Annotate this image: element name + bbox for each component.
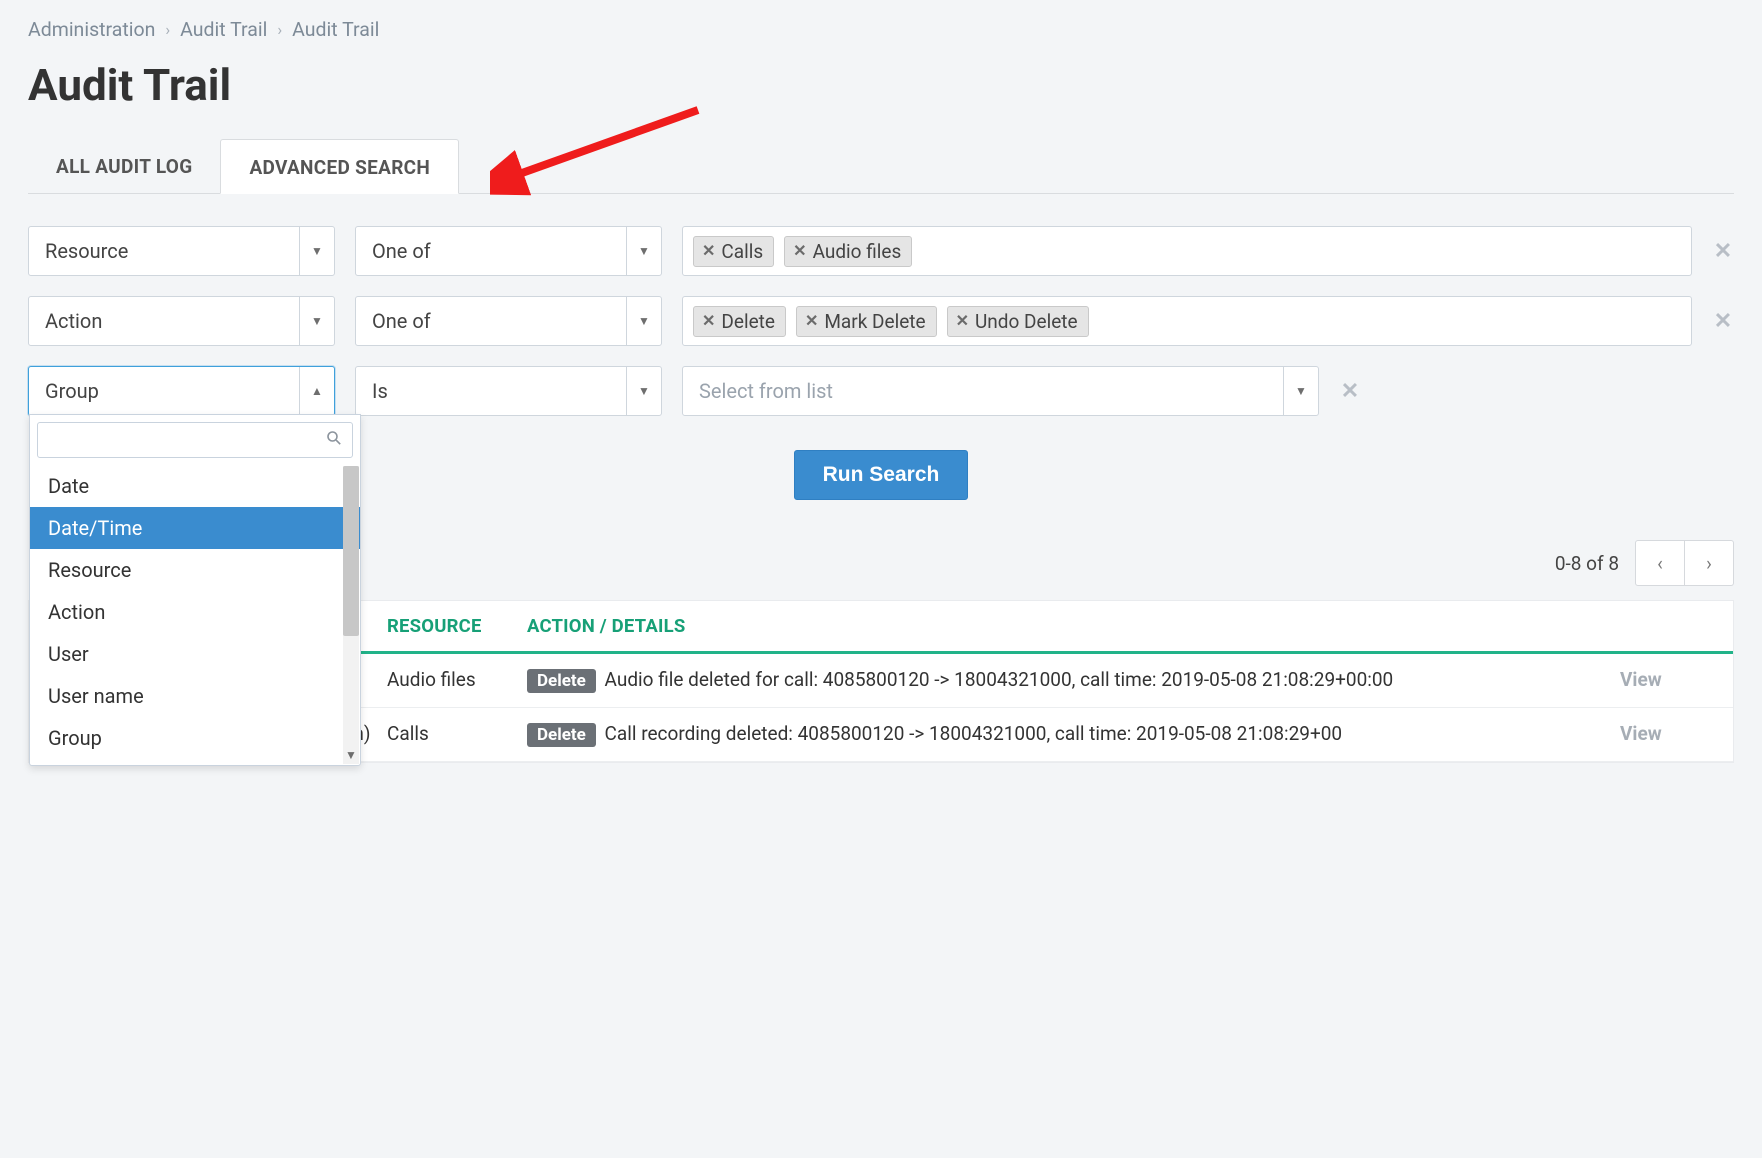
tag-label: Delete	[721, 310, 775, 333]
cell-action-details: Delete Audio file deleted for call: 4085…	[527, 668, 1620, 693]
dropdown-option[interactable]: Date/Time	[30, 507, 360, 549]
breadcrumb: Administration › Audit Trail › Audit Tra…	[28, 18, 1734, 41]
filter-row-resource: Resource ▼ One of ▼ ✕Calls ✕Audio files …	[28, 226, 1734, 276]
dropdown-option[interactable]: Client ip address	[30, 759, 360, 765]
filter-op-select[interactable]: One of ▼	[355, 296, 662, 346]
caret-down-icon: ▼	[299, 227, 334, 275]
tag-calls[interactable]: ✕ Calls	[693, 236, 774, 267]
run-search-button[interactable]: Run Search	[794, 450, 969, 500]
dropdown-search	[30, 415, 360, 465]
filter-value-tagbox[interactable]: ✕ Calls ✕ Audio files	[682, 226, 1692, 276]
tag-label: Audio files	[813, 240, 902, 263]
breadcrumb-item[interactable]: Audit Trail	[180, 18, 267, 41]
tag-audio-files[interactable]: ✕ Audio files	[784, 236, 912, 267]
dropdown-search-input[interactable]	[48, 428, 326, 452]
th-action-details: ACTION / DETAILS	[527, 615, 1620, 637]
chevron-right-icon: ›	[277, 20, 282, 39]
tag-delete[interactable]: ✕ Delete	[693, 306, 786, 337]
tab-all-audit-log[interactable]: ALL AUDIT LOG	[28, 139, 220, 193]
chevron-right-icon: ›	[1706, 552, 1712, 575]
caret-down-icon: ▼	[626, 297, 661, 345]
filter-row-group: Group ▲ DateDate/TimeResourceActionUserU…	[28, 366, 1734, 416]
close-icon[interactable]: ✕	[805, 313, 818, 329]
filter-op-label: Is	[356, 367, 626, 415]
dropdown-list: DateDate/TimeResourceActionUserUser name…	[30, 465, 360, 765]
dropdown-option[interactable]: Action	[30, 591, 360, 633]
filter-field-select[interactable]: Action ▼	[28, 296, 335, 346]
tag-label: Calls	[721, 240, 763, 263]
dropdown-option[interactable]: Resource	[30, 549, 360, 591]
tag-label: Mark Delete	[824, 310, 925, 333]
cell-action-details: Delete Call recording deleted: 408580012…	[527, 722, 1620, 747]
caret-down-icon: ▼	[1283, 367, 1318, 415]
caret-down-icon: ▼	[626, 227, 661, 275]
tab-advanced-search[interactable]: ADVANCED SEARCH	[220, 139, 459, 194]
action-details-text: Call recording deleted: 4085800120 -> 18…	[600, 722, 1342, 745]
action-badge: Delete	[527, 669, 596, 693]
view-link[interactable]: View	[1620, 668, 1715, 691]
close-icon[interactable]: ✕	[702, 243, 715, 259]
caret-down-icon: ▼	[299, 297, 334, 345]
dropdown-option[interactable]: Date	[30, 465, 360, 507]
close-icon[interactable]: ✕	[956, 313, 969, 329]
tag-undo-delete[interactable]: ✕ Undo Delete	[947, 306, 1089, 337]
chevron-right-icon: ›	[165, 20, 170, 39]
filter-field-label: Group	[29, 367, 299, 415]
tag-label: Undo Delete	[975, 310, 1078, 333]
chevron-left-icon: ‹	[1657, 552, 1663, 575]
cell-resource: Audio files	[387, 668, 527, 691]
dropdown-option[interactable]: User	[30, 633, 360, 675]
filter-op-select[interactable]: One of ▼	[355, 226, 662, 276]
filter-row-action: Action ▼ One of ▼ ✕ Delete ✕ Mark Delete ✕…	[28, 296, 1734, 346]
pager-next-button[interactable]: ›	[1685, 540, 1734, 586]
page-title: Audit Trail	[28, 59, 1734, 111]
filter-field-label: Resource	[29, 227, 299, 275]
close-icon[interactable]: ✕	[702, 313, 715, 329]
close-icon[interactable]: ✕	[793, 243, 806, 259]
action-details-text: Audio file deleted for call: 4085800120 …	[600, 668, 1393, 691]
tabs: ALL AUDIT LOG ADVANCED SEARCH	[28, 139, 1734, 194]
remove-filter-button[interactable]: ✕	[1712, 239, 1734, 264]
filter-op-label: One of	[356, 297, 626, 345]
pager-prev-button[interactable]: ‹	[1635, 540, 1685, 586]
breadcrumb-item[interactable]: Audit Trail	[292, 18, 379, 41]
scrollbar-thumb[interactable]	[343, 466, 359, 636]
scrollbar-down-icon[interactable]: ▼	[343, 746, 359, 764]
caret-up-icon: ▲	[299, 367, 334, 415]
cell-resource: Calls	[387, 722, 527, 745]
dropdown-option[interactable]: User name	[30, 675, 360, 717]
filter-value-select[interactable]: Select from list ▼	[682, 366, 1319, 416]
caret-down-icon: ▼	[626, 367, 661, 415]
th-resource: RESOURCE	[387, 615, 527, 637]
filter-op-select[interactable]: Is ▼	[355, 366, 662, 416]
filter-field-dropdown: DateDate/TimeResourceActionUserUser name…	[29, 414, 361, 766]
search-icon	[326, 430, 342, 451]
tag-mark-delete[interactable]: ✕ Mark Delete	[796, 306, 937, 337]
remove-filter-button[interactable]: ✕	[1712, 309, 1734, 334]
filter-op-label: One of	[356, 227, 626, 275]
view-link[interactable]: View	[1620, 722, 1715, 745]
filter-field-select[interactable]: Resource ▼	[28, 226, 335, 276]
filter-field-select[interactable]: Group ▲ DateDate/TimeResourceActionUserU…	[28, 366, 335, 416]
action-badge: Delete	[527, 723, 596, 747]
filter-value-tagbox[interactable]: ✕ Delete ✕ Mark Delete ✕ Undo Delete	[682, 296, 1692, 346]
th-blank	[1620, 615, 1715, 637]
pager-info: 0-8 of 8	[1555, 552, 1619, 575]
dropdown-option[interactable]: Group	[30, 717, 360, 759]
remove-filter-button[interactable]: ✕	[1339, 379, 1361, 404]
filter-field-label: Action	[29, 297, 299, 345]
breadcrumb-item[interactable]: Administration	[28, 18, 155, 41]
filter-value-placeholder: Select from list	[683, 367, 1283, 415]
